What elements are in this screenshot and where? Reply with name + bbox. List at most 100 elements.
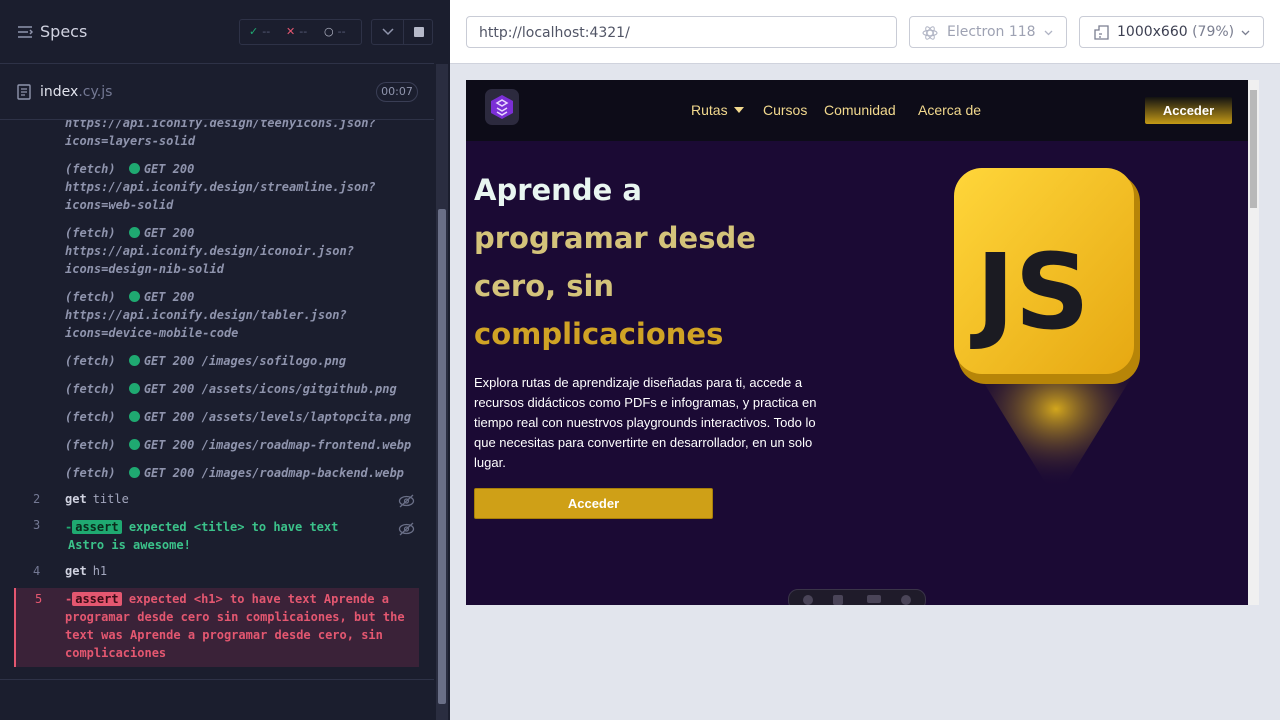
- spec-file-name[interactable]: index.cy.js: [40, 84, 112, 100]
- specs-list-icon[interactable]: [17, 25, 33, 39]
- fetch-status: GET 200 /images/roadmap-backend.webp: [143, 466, 404, 480]
- dev-toolbar[interactable]: [788, 589, 926, 605]
- app-scrollbar[interactable]: [1248, 80, 1259, 605]
- status-dot-icon: [128, 411, 140, 422]
- chevron-down-icon: [1241, 30, 1250, 36]
- electron-icon: [922, 26, 938, 40]
- audit-icon[interactable]: [833, 595, 843, 605]
- pending-icon: ○: [324, 25, 334, 38]
- assert-message: - assert expected <title> to have text: [65, 520, 339, 534]
- log-command-get-title[interactable]: 2 get title: [0, 492, 418, 512]
- spec-file-bar: index.cy.js 00:07: [0, 65, 434, 120]
- log-command-assert-failed[interactable]: 5 - assert expected <h1> to have text Apr…: [14, 588, 419, 667]
- log-fetch-entry[interactable]: (fetch) GET 200 /assets/levels/laptopcit…: [65, 408, 411, 426]
- assert-tag: assert: [72, 520, 122, 534]
- viewport-selector[interactable]: 1000x660 (79%): [1079, 16, 1264, 48]
- nav-login-button[interactable]: Acceder: [1145, 97, 1232, 124]
- chevron-down-icon: [1044, 30, 1053, 36]
- fetch-status: GET 200: [143, 290, 195, 304]
- viewport-size: 1000x660: [1117, 24, 1188, 40]
- fetch-url-cont: icons=design-nib-solid: [65, 262, 224, 276]
- divider: [403, 20, 404, 44]
- fetch-status: GET 200 /images/sofilogo.png: [143, 354, 347, 368]
- scrollbar-thumb[interactable]: [1250, 90, 1257, 208]
- passed-stat: ✓ --: [249, 25, 270, 38]
- passed-count: --: [262, 25, 271, 38]
- settings-icon[interactable]: [867, 595, 881, 603]
- fetch-label: (fetch): [65, 226, 116, 240]
- assert-tag: assert: [72, 592, 122, 606]
- log-fetch-entry[interactable]: (fetch) GET 200 /images/sofilogo.png: [65, 352, 346, 370]
- fetch-status: GET 200 /assets/levels/laptopcita.png: [143, 410, 412, 424]
- command-number: 2: [33, 492, 41, 506]
- fetch-label: (fetch): [65, 410, 116, 424]
- fetch-url: https://api.iconify.design/streamline.js…: [65, 180, 376, 194]
- aut-toolbar: http://localhost:4321/ Electron 118 1000…: [450, 0, 1280, 64]
- command-number: 4: [33, 564, 41, 578]
- log-fetch-entry[interactable]: (fetch) GET 200 /images/roadmap-frontend…: [65, 436, 411, 454]
- nav-comunidad[interactable]: Comunidad: [824, 102, 896, 118]
- hero-title-line: complicaciones: [474, 317, 724, 351]
- fetch-status: GET 200: [143, 162, 195, 176]
- command-name: get title: [65, 492, 129, 506]
- fetch-status: GET 200: [143, 226, 195, 240]
- status-dot-icon: [128, 383, 140, 394]
- log-fetch-entry[interactable]: (fetch) GET 200 https://api.iconify.desi…: [65, 224, 354, 278]
- app-under-test-frame[interactable]: Rutas Cursos Comunidad Acerca de Acceder…: [466, 80, 1259, 605]
- ruler-icon: [1094, 25, 1109, 40]
- log-fetch-entry[interactable]: (fetch) GET 200 /assets/icons/gitgithub.…: [65, 380, 397, 398]
- specs-header: Specs ✓ -- ✕ -- ○ --: [0, 0, 434, 64]
- command-log: https://api.iconify.design/teenyicons.js…: [0, 120, 434, 680]
- nav-rutas[interactable]: Rutas: [691, 102, 745, 118]
- log-fetch-entry[interactable]: (fetch) GET 200 https://api.iconify.desi…: [65, 288, 347, 342]
- hero-login-button[interactable]: Acceder: [474, 488, 713, 519]
- fetch-url-cont: icons=layers-solid: [65, 134, 196, 148]
- check-icon: ✓: [249, 25, 259, 38]
- url-bar[interactable]: http://localhost:4321/: [466, 16, 897, 48]
- fetch-label: (fetch): [65, 162, 116, 176]
- nav-label: Rutas: [691, 102, 728, 118]
- status-dot-icon: [128, 355, 140, 366]
- fetch-url-cont: icons=web-solid: [65, 198, 174, 212]
- fetch-label: (fetch): [65, 354, 116, 368]
- stop-icon[interactable]: [414, 27, 424, 37]
- fetch-label: (fetch): [65, 290, 116, 304]
- log-fetch-entry[interactable]: (fetch) GET 200 /images/roadmap-backend.…: [65, 464, 404, 482]
- test-stats: ✓ -- ✕ -- ○ --: [239, 19, 362, 45]
- fetch-url: https://api.iconify.design/tabler.json?: [65, 308, 347, 322]
- hero-title-line: programar desde: [474, 221, 756, 255]
- nav-acerca-de[interactable]: Acerca de: [918, 102, 981, 118]
- viewport-scale: (79%): [1192, 24, 1235, 40]
- log-fetch-entry[interactable]: (fetch) GET 200 https://api.iconify.desi…: [65, 160, 376, 214]
- cross-icon: ✕: [286, 25, 296, 38]
- log-fetch-entry[interactable]: https://api.iconify.design/teenyicons.js…: [65, 120, 376, 150]
- command-keyword: get: [65, 492, 87, 506]
- browser-selector[interactable]: Electron 118: [909, 16, 1067, 48]
- status-dot-icon: [128, 291, 140, 302]
- status-dot-icon: [128, 163, 140, 174]
- command-arg: title: [92, 492, 129, 506]
- pending-stat: ○ --: [324, 25, 346, 38]
- chevron-down-icon[interactable]: [382, 28, 394, 36]
- log-command-get-h1[interactable]: 4 get h1: [0, 564, 418, 584]
- eye-slash-icon[interactable]: [398, 494, 415, 508]
- nav-cursos[interactable]: Cursos: [763, 102, 807, 118]
- command-arg: h1: [92, 564, 108, 578]
- fetch-url-cont: icons=device-mobile-code: [65, 326, 239, 340]
- log-command-assert-title[interactable]: 3 - assert expected <title> to have text …: [0, 518, 418, 558]
- pending-count: --: [337, 25, 346, 38]
- reporter-scrollbar[interactable]: [436, 64, 448, 720]
- scrollbar-thumb[interactable]: [438, 209, 446, 704]
- status-dot-icon: [128, 467, 140, 478]
- fetch-label: (fetch): [65, 466, 116, 480]
- site-logo[interactable]: [485, 89, 519, 125]
- specs-title[interactable]: Specs: [40, 22, 87, 41]
- gear-icon[interactable]: [901, 595, 911, 605]
- fetch-url: https://api.iconify.design/teenyicons.js…: [65, 120, 376, 130]
- fetch-url: https://api.iconify.design/iconoir.json?: [65, 244, 354, 258]
- eye-slash-icon[interactable]: [398, 522, 415, 536]
- fetch-label: (fetch): [65, 438, 116, 452]
- assert-expected-value: Astro is awesome!: [68, 538, 191, 552]
- rocket-icon[interactable]: [803, 595, 813, 605]
- file-extension: .cy.js: [78, 84, 113, 100]
